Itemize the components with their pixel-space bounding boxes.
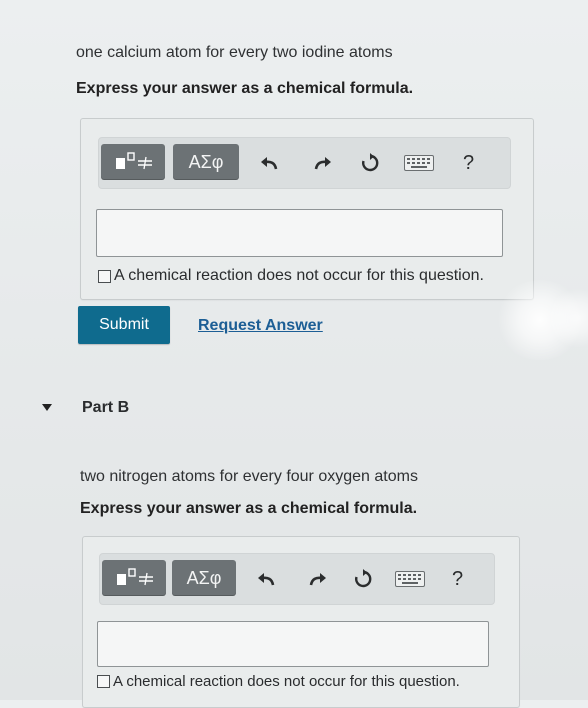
part-a-toolbar: ΑΣφ ? — [98, 137, 511, 189]
keyboard-icon[interactable] — [404, 155, 434, 171]
part-b-title[interactable]: Part B — [82, 399, 129, 417]
greek-symbols-button[interactable]: ΑΣφ — [173, 144, 239, 180]
templates-icon — [116, 152, 152, 170]
part-b-prompt: two nitrogen atoms for every four oxygen… — [80, 468, 418, 485]
part-b-toolbar: ΑΣφ ? — [99, 553, 495, 605]
templates-icon — [117, 568, 153, 586]
redo-icon[interactable] — [306, 569, 328, 589]
part-a-no-reaction-checkbox[interactable] — [98, 269, 111, 283]
templates-button[interactable] — [102, 560, 166, 596]
redo-icon[interactable] — [311, 153, 333, 173]
part-b-answer-input[interactable] — [97, 621, 489, 667]
reset-icon[interactable] — [352, 568, 374, 590]
part-a-answer-input[interactable] — [96, 209, 503, 257]
part-a-no-reaction-option[interactable]: A chemical reaction does not occur for t… — [98, 267, 484, 285]
collapse-caret-icon[interactable] — [42, 404, 52, 411]
reset-icon[interactable] — [359, 152, 381, 174]
part-a-instruction: Express your answer as a chemical formul… — [76, 80, 414, 97]
undo-icon[interactable] — [259, 153, 281, 173]
part-b-answer-panel: ΑΣφ ? A chemical reaction does not occur… — [82, 536, 520, 708]
keyboard-icon[interactable] — [395, 571, 425, 587]
undo-icon[interactable] — [256, 569, 278, 589]
request-answer-link[interactable]: Request Answer — [198, 317, 323, 335]
part-b-instruction: Express your answer as a chemical formul… — [80, 500, 418, 517]
help-icon[interactable]: ? — [452, 569, 463, 589]
greek-symbols-button[interactable]: ΑΣφ — [172, 560, 236, 596]
part-b-no-reaction-label: A chemical reaction does not occur for t… — [113, 673, 460, 690]
part-a-no-reaction-label: A chemical reaction does not occur for t… — [114, 267, 484, 284]
submit-button[interactable]: Submit — [78, 306, 170, 344]
help-icon[interactable]: ? — [463, 153, 474, 173]
part-a-answer-panel: ΑΣφ ? A chemical reaction does not occur… — [80, 118, 534, 300]
templates-button[interactable] — [101, 144, 165, 180]
part-a-prompt: one calcium atom for every two iodine at… — [76, 44, 393, 61]
part-b-no-reaction-option[interactable]: A chemical reaction does not occur for t… — [97, 673, 460, 690]
part-b-no-reaction-checkbox[interactable] — [97, 675, 110, 688]
